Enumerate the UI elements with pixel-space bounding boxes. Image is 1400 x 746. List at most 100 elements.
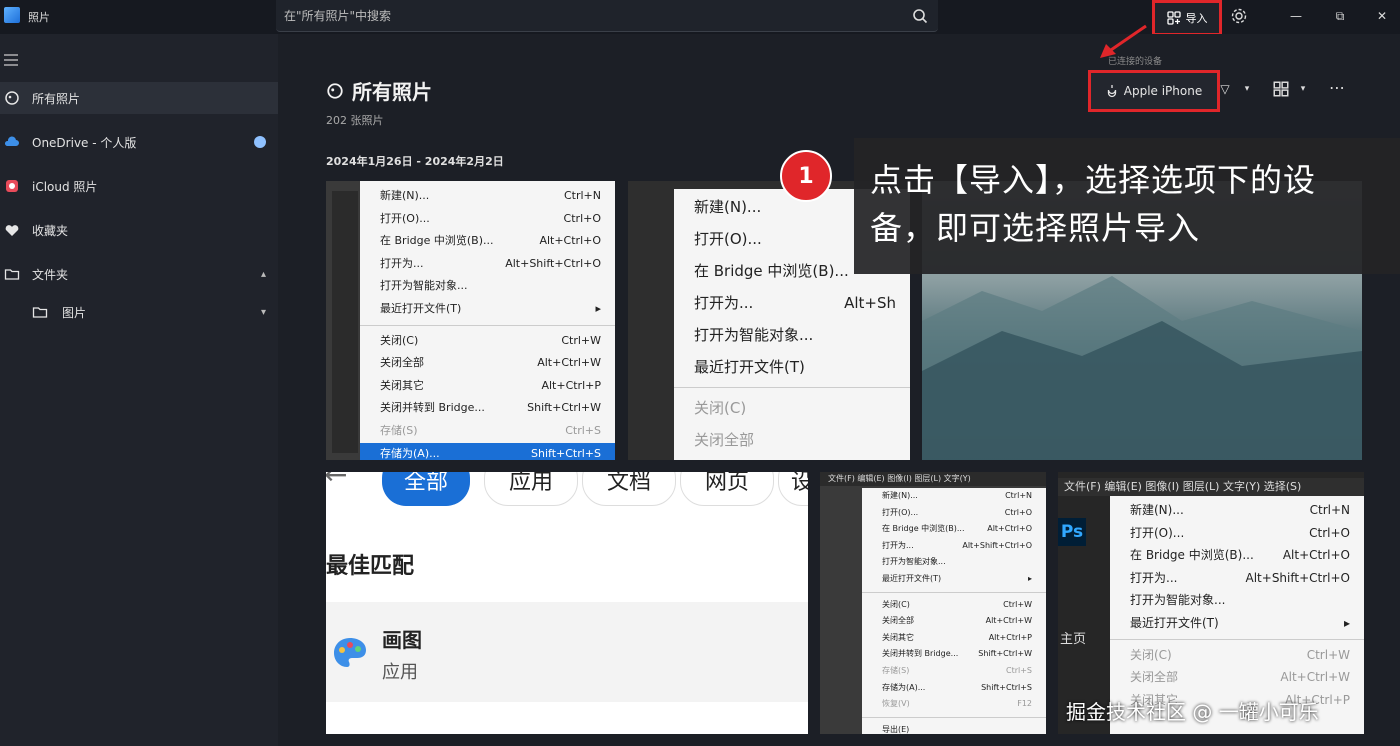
sidebar-item-onedrive[interactable]: OneDrive - 个人版 xyxy=(0,126,278,158)
menu-item: 关闭其它 Alt+Ctrl+P xyxy=(862,630,1046,647)
menu-item: 恢复(V) F12 xyxy=(862,696,1046,713)
menu-item: 新建(N)... Ctrl+N xyxy=(360,185,615,208)
filter-dropdown-chevron-icon[interactable]: ▾ xyxy=(1238,80,1256,98)
photo-thumbnail[interactable]: 新建(N)... Ctrl+N 打开(O)... Ctrl+O 在 Bridge 中浏览… xyxy=(326,181,615,460)
cloud-icon xyxy=(4,136,19,146)
menu-item: 打开为智能对象... xyxy=(862,554,1046,571)
icloud-icon xyxy=(6,180,18,192)
photos-app-window: 照片 导入 — ⧉ ✕ 所有照片 OneDrive - 个人版 iCloud 照… xyxy=(0,0,1400,746)
instruction-callout: 点击【导入】，选择选项下的设备，即可选择照片导入 xyxy=(854,138,1400,274)
menu-item-shortcut: Ctrl+O xyxy=(1004,507,1032,517)
result-app-name: 画图 xyxy=(382,628,422,652)
menu-item-label: 在 Bridge 中浏览(B)... xyxy=(882,524,965,534)
menu-item-label: 在 Bridge 中浏览(B)... xyxy=(1130,548,1254,563)
photos-icon xyxy=(5,91,19,105)
more-options-icon[interactable]: ⋯ xyxy=(1328,78,1346,97)
chevron-down-icon[interactable]: ▾ xyxy=(261,307,266,318)
menu-item-label: 打开为... xyxy=(1130,570,1178,585)
minimize-icon: — xyxy=(1290,9,1302,23)
menu-item-label: 关闭全部 xyxy=(882,616,914,626)
menu-item: 打开(O)... Ctrl+O xyxy=(360,208,615,231)
menu-item: 关闭全部 Alt+Ctrl+W xyxy=(862,613,1046,630)
menu-item-shortcut: Ctrl+W xyxy=(1306,647,1350,662)
menu-item-shortcut: Ctrl+O xyxy=(563,211,601,225)
menu-item-label: 关闭(C) xyxy=(882,599,910,609)
menu-item-shortcut: Ctrl+S xyxy=(1005,665,1032,675)
watermark-text: 掘金技术社区 @ 一罐小可乐 xyxy=(1066,700,1319,724)
menu-item-label: 关闭全部 xyxy=(380,356,424,370)
menu-item-label: 打开为... xyxy=(380,256,424,270)
menu-item: 打开为... Alt+Shift+Ctrl+O xyxy=(360,253,615,276)
photo-thumbnail-windows-search[interactable]: ← 全部 应用 文档 网页 设 最佳匹配 画图 应用 xyxy=(326,472,808,734)
search-icon[interactable] xyxy=(912,8,928,24)
menu-item-label: 关闭其它 xyxy=(380,378,424,392)
menu-item: 新建(N)... Ctrl+N xyxy=(862,488,1046,505)
ps-menu-bar: 文件(F) 编辑(E) 图像(I) 图层(L) 文字(Y) 选择(S) xyxy=(1058,478,1364,496)
menu-item: 最近打开文件(T) ▸ xyxy=(360,298,615,321)
menu-item-shortcut: Alt+Ctrl+O xyxy=(1282,548,1350,563)
menu-item: 关闭并转到 Bridge... Shift+Ctrl+W xyxy=(360,397,615,420)
menu-item-label: 存储(S) xyxy=(380,423,418,437)
menu-item: 最近打开文件(T) xyxy=(674,351,910,383)
sidebar-item-icloud[interactable]: iCloud 照片 xyxy=(0,170,278,202)
menu-item-shortcut: Shift+Ctrl+W xyxy=(978,649,1032,659)
apple-iphone-device-button[interactable]: Apple iPhone xyxy=(1088,70,1220,112)
menu-item: 打开为... Alt+Shift+Ctrl+O xyxy=(862,538,1046,555)
device-button-label: Apple iPhone xyxy=(1123,84,1203,98)
ps-file-menu-small: 新建(N)... Ctrl+N 打开(O)... Ctrl+O 在 Bridge 中浏览… xyxy=(862,488,1046,734)
photo-thumbnail[interactable]: 文件(F) 编辑(E) 图像(I) 图层(L) 文字(Y) 新建(N)... Ct… xyxy=(820,472,1046,734)
menu-item: 在 Bridge 中浏览(B)... Alt+Ctrl+O xyxy=(1110,544,1364,567)
app-title: 照片 xyxy=(28,11,50,24)
heart-icon xyxy=(5,225,19,236)
menu-item-label: 新建(N)... xyxy=(882,491,918,500)
photos-app-logo-icon xyxy=(4,7,20,23)
menu-item-shortcut: Alt+Shift+Ctrl+O xyxy=(962,540,1032,550)
hamburger-menu-icon[interactable] xyxy=(4,54,18,66)
menu-item-label: 最近打开文件(T) xyxy=(380,301,462,315)
photo-thumbnail[interactable]: 文件(F) 编辑(E) 图像(I) 图层(L) 文字(Y) 选择(S) Ps 主… xyxy=(1058,472,1364,734)
filter-icon[interactable]: ▽ xyxy=(1216,80,1234,98)
menu-item-label: 存储为(A)... xyxy=(882,682,926,692)
menu-item-label: 最近打开文件(T) xyxy=(694,358,805,376)
menu-item: 打开为... Alt+Sh xyxy=(674,287,910,319)
menu-item: 打开(O)... Ctrl+O xyxy=(1110,522,1364,545)
search-input[interactable] xyxy=(284,7,884,25)
menu-item-shortcut: Alt+Ctrl+O xyxy=(539,234,601,248)
menu-item-shortcut: Ctrl+W xyxy=(561,333,601,347)
menu-item-shortcut: Ctrl+N xyxy=(1309,503,1350,517)
menu-item-label: 打开为智能对象... xyxy=(694,326,814,344)
menu-item-shortcut: Alt+Ctrl+P xyxy=(541,378,601,392)
search-box[interactable] xyxy=(276,0,938,32)
view-dropdown-chevron-icon[interactable]: ▾ xyxy=(1294,80,1312,98)
view-layout-icon[interactable] xyxy=(1272,80,1290,98)
sidebar-item-pictures[interactable]: 图片 ▾ xyxy=(0,296,278,328)
menu-item-label: 关闭(C) xyxy=(380,333,419,347)
menu-item-label: 新建(N)... xyxy=(1130,503,1184,517)
maximize-button[interactable]: ⧉ xyxy=(1326,4,1354,28)
sidebar-item-all-photos[interactable]: 所有照片 xyxy=(0,82,278,114)
menu-item-shortcut: Ctrl+W xyxy=(1003,599,1032,609)
menu-item-label: 恢复(V) xyxy=(882,699,910,709)
page-header: 所有照片 xyxy=(326,76,432,105)
chevron-up-icon[interactable]: ▴ xyxy=(261,269,266,280)
menu-item-shortcut: ▸ xyxy=(595,301,601,315)
sidebar-item-label: 图片 xyxy=(62,305,87,320)
sidebar-item-label: 所有照片 xyxy=(32,91,81,106)
search-tab-web: 网页 xyxy=(680,472,774,506)
menu-item-label: 导出(E) xyxy=(882,724,910,734)
menu-item-shortcut: Alt+Ctrl+O xyxy=(987,524,1032,534)
ps-toolbar xyxy=(332,191,358,453)
menu-item: 关闭(C) xyxy=(674,392,910,424)
sidebar-item-favorites[interactable]: 收藏夹 xyxy=(0,214,278,246)
sidebar-item-folders[interactable]: 文件夹 ▴ xyxy=(0,258,278,290)
import-button[interactable]: 导入 xyxy=(1152,0,1222,36)
minimize-button[interactable]: — xyxy=(1282,4,1310,28)
close-window-button[interactable]: ✕ xyxy=(1368,4,1396,28)
settings-gear-icon[interactable] xyxy=(1230,7,1248,25)
best-match-heading: 最佳匹配 xyxy=(326,554,415,579)
menu-item-shortcut: ▸ xyxy=(1027,573,1032,583)
menu-item-label: 最近打开文件(T) xyxy=(882,573,942,583)
menu-item: 打开(O)... Ctrl+O xyxy=(862,505,1046,522)
search-tab-settings: 设 xyxy=(778,472,808,506)
photos-icon xyxy=(327,82,343,99)
